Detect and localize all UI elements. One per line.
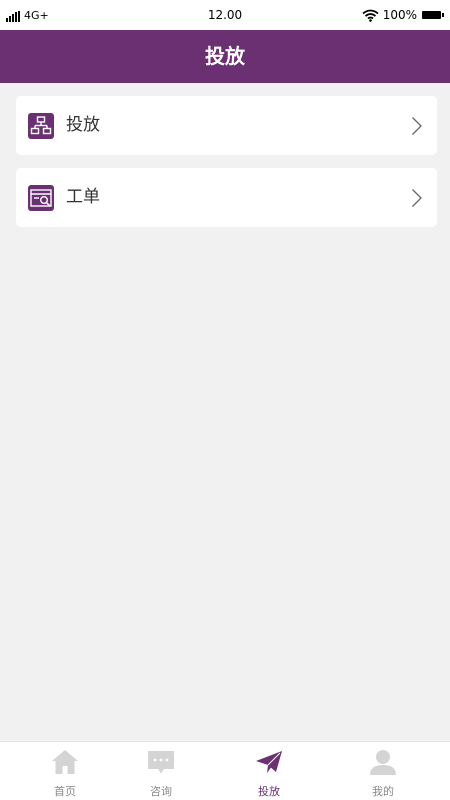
tab-delivery[interactable]: 投放 xyxy=(213,742,325,800)
paper-plane-icon xyxy=(256,751,282,773)
menu-item-label: 工单 xyxy=(66,187,100,207)
page-title: 投放 xyxy=(205,44,245,68)
tab-consult[interactable]: 咨询 xyxy=(105,742,217,800)
battery-percent: 100% xyxy=(382,8,417,22)
home-icon xyxy=(52,750,78,774)
tab-profile[interactable]: 我的 xyxy=(327,742,439,800)
status-bar: 4G+ 12.00 100% xyxy=(0,0,450,30)
nav-bar: 投放 xyxy=(0,30,450,83)
menu-item-label: 投放 xyxy=(66,115,100,135)
tab-label: 我的 xyxy=(372,785,394,798)
menu-item-delivery[interactable]: 投放 xyxy=(16,96,437,155)
chat-icon xyxy=(148,751,174,774)
status-right: 100% xyxy=(362,8,444,22)
tab-label: 咨询 xyxy=(150,785,172,798)
user-icon xyxy=(370,750,396,775)
wifi-icon xyxy=(362,9,379,22)
battery-icon xyxy=(422,11,444,19)
chevron-right-icon xyxy=(412,117,422,135)
tab-bar: 首页 咨询 投放 我的 xyxy=(0,741,450,800)
network-diagram-icon xyxy=(28,113,54,139)
chevron-right-icon xyxy=(412,189,422,207)
tab-label: 投放 xyxy=(258,785,280,798)
search-document-icon xyxy=(28,185,54,211)
menu-item-work-order[interactable]: 工单 xyxy=(16,168,437,227)
